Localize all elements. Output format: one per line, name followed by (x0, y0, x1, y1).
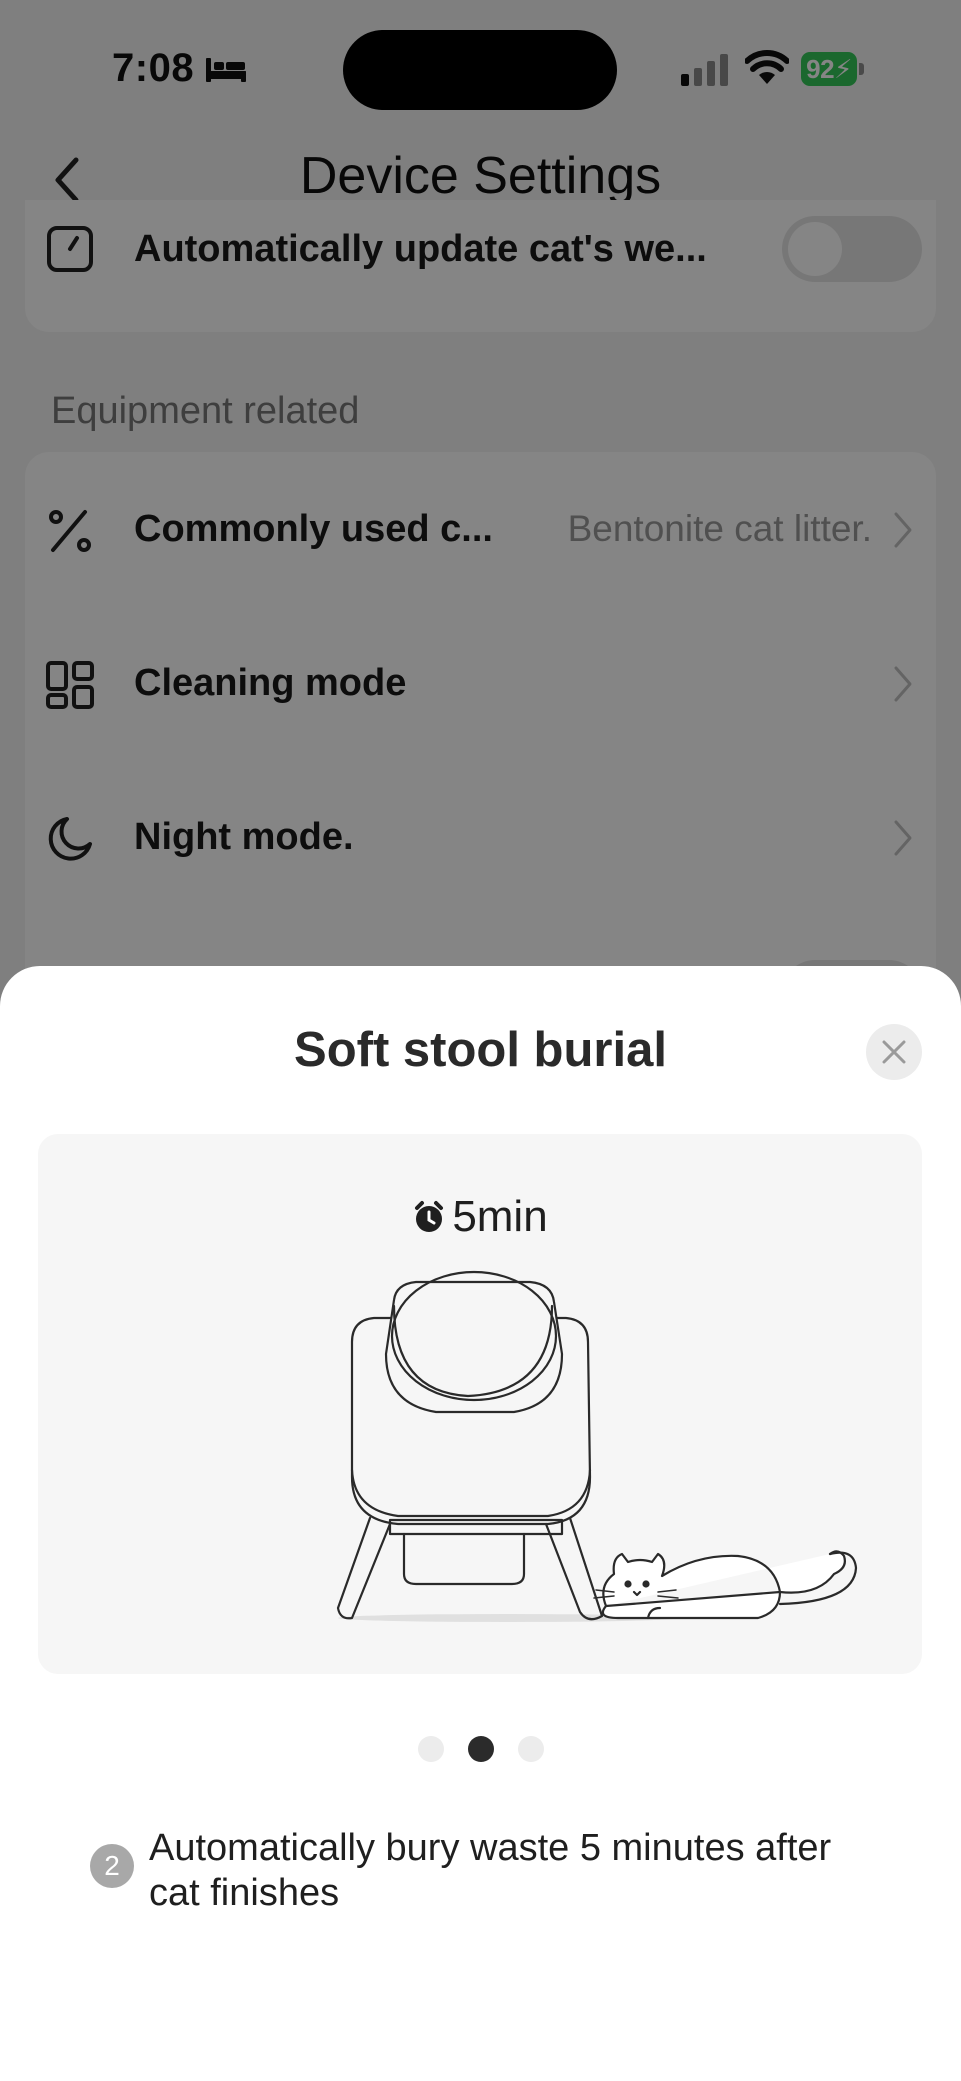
page-dot-3[interactable] (517, 1736, 544, 1762)
page-indicator (0, 1736, 961, 1762)
close-button[interactable] (866, 1024, 922, 1080)
step-number-badge: 2 (90, 1844, 134, 1888)
bottom-sheet: Soft stool burial 5min 2 Automatically b… (0, 966, 961, 2081)
page-dot-1[interactable] (417, 1736, 444, 1762)
litter-box-with-cat-illustration (336, 1270, 858, 1622)
alarm-clock-icon (415, 1201, 444, 1232)
close-icon (882, 1040, 906, 1064)
step-text: Automatically bury waste 5 minutes after… (149, 1827, 832, 1914)
timer-value: 5min (452, 1192, 548, 1241)
illustration-panel: 5min (38, 1134, 922, 1674)
page-dot-2[interactable] (467, 1736, 494, 1762)
sheet-title: Soft stool burial (294, 1023, 667, 1077)
timer-label: 5min (38, 1192, 922, 1242)
